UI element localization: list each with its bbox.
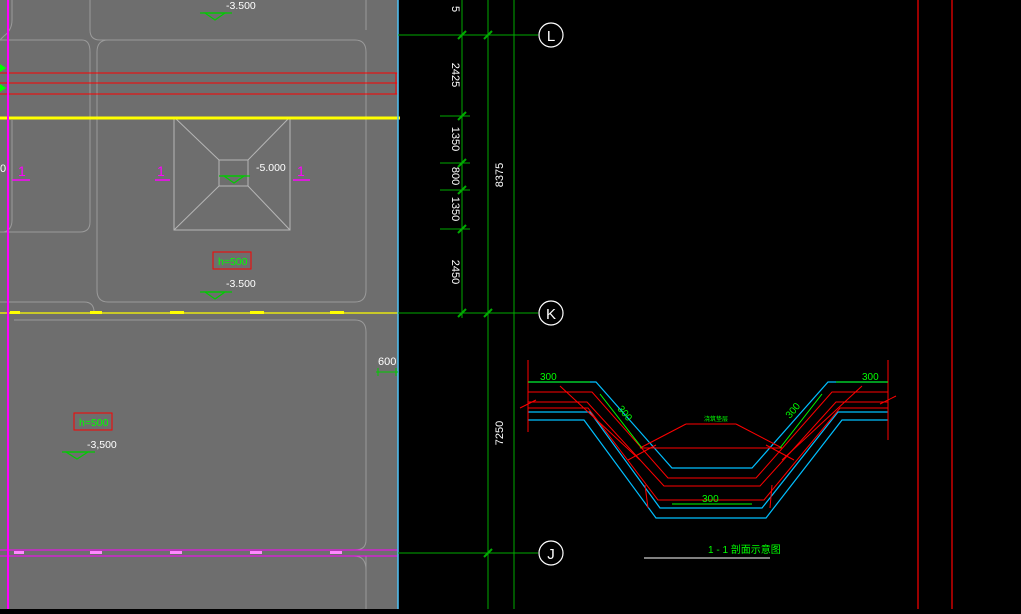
thickness-tag-upper: h=500 (218, 256, 248, 268)
section-title: 1 - 1 剖面示意图 (708, 543, 781, 556)
section-dim-300-left: 300 (540, 372, 557, 383)
dim-ticks (457, 30, 493, 558)
section-mark-right: 1 (297, 163, 305, 179)
dim-chain-lines (440, 0, 515, 609)
section-note: 浇筑垫层 (704, 415, 728, 423)
elevation-lower: -3,500 (87, 439, 117, 451)
elevation-pit-center: -5.000 (256, 162, 286, 174)
dim-2425: 2425 (449, 63, 461, 87)
section-dim-300-slope-right: 300 (784, 401, 803, 421)
dim-7250: 7250 (494, 421, 506, 445)
cad-drawing-canvas[interactable]: 0 1 1 1 -3.500 -5.000 -3.500 -3,500 h=50… (0, 0, 1021, 609)
slab-fill (0, 0, 398, 609)
dim-800: 800 (449, 167, 461, 185)
dim-top-partial: 5 (449, 6, 461, 12)
axis-lines (398, 34, 538, 554)
axis-label-l: L (547, 28, 555, 45)
right-border-lines (917, 0, 953, 609)
dim-600: 600 (378, 356, 396, 368)
axis-label-j: J (547, 546, 555, 563)
thickness-tag-lower: h=500 (79, 417, 109, 429)
elevation-top: -3.500 (226, 0, 256, 12)
section-mark-left-partial: 1 (18, 163, 26, 179)
dim-1350-a: 1350 (449, 127, 461, 151)
section-mark-left: 1 (157, 163, 165, 179)
dim-2450: 2450 (449, 260, 461, 284)
section-mark-partial-suffix: 0 (0, 163, 6, 175)
section-detail (519, 360, 897, 559)
axis-bubbles (538, 22, 564, 566)
axis-label-k: K (546, 306, 556, 323)
dim-1350-b: 1350 (449, 197, 461, 221)
dim-8375: 8375 (494, 163, 506, 187)
section-dim-300-right: 300 (862, 372, 879, 383)
section-dim-300-bottom: 300 (702, 494, 719, 505)
elevation-mid: -3.500 (226, 278, 256, 290)
cad-viewport[interactable]: 0 1 1 1 -3.500 -5.000 -3.500 -3,500 h=50… (0, 0, 1021, 609)
